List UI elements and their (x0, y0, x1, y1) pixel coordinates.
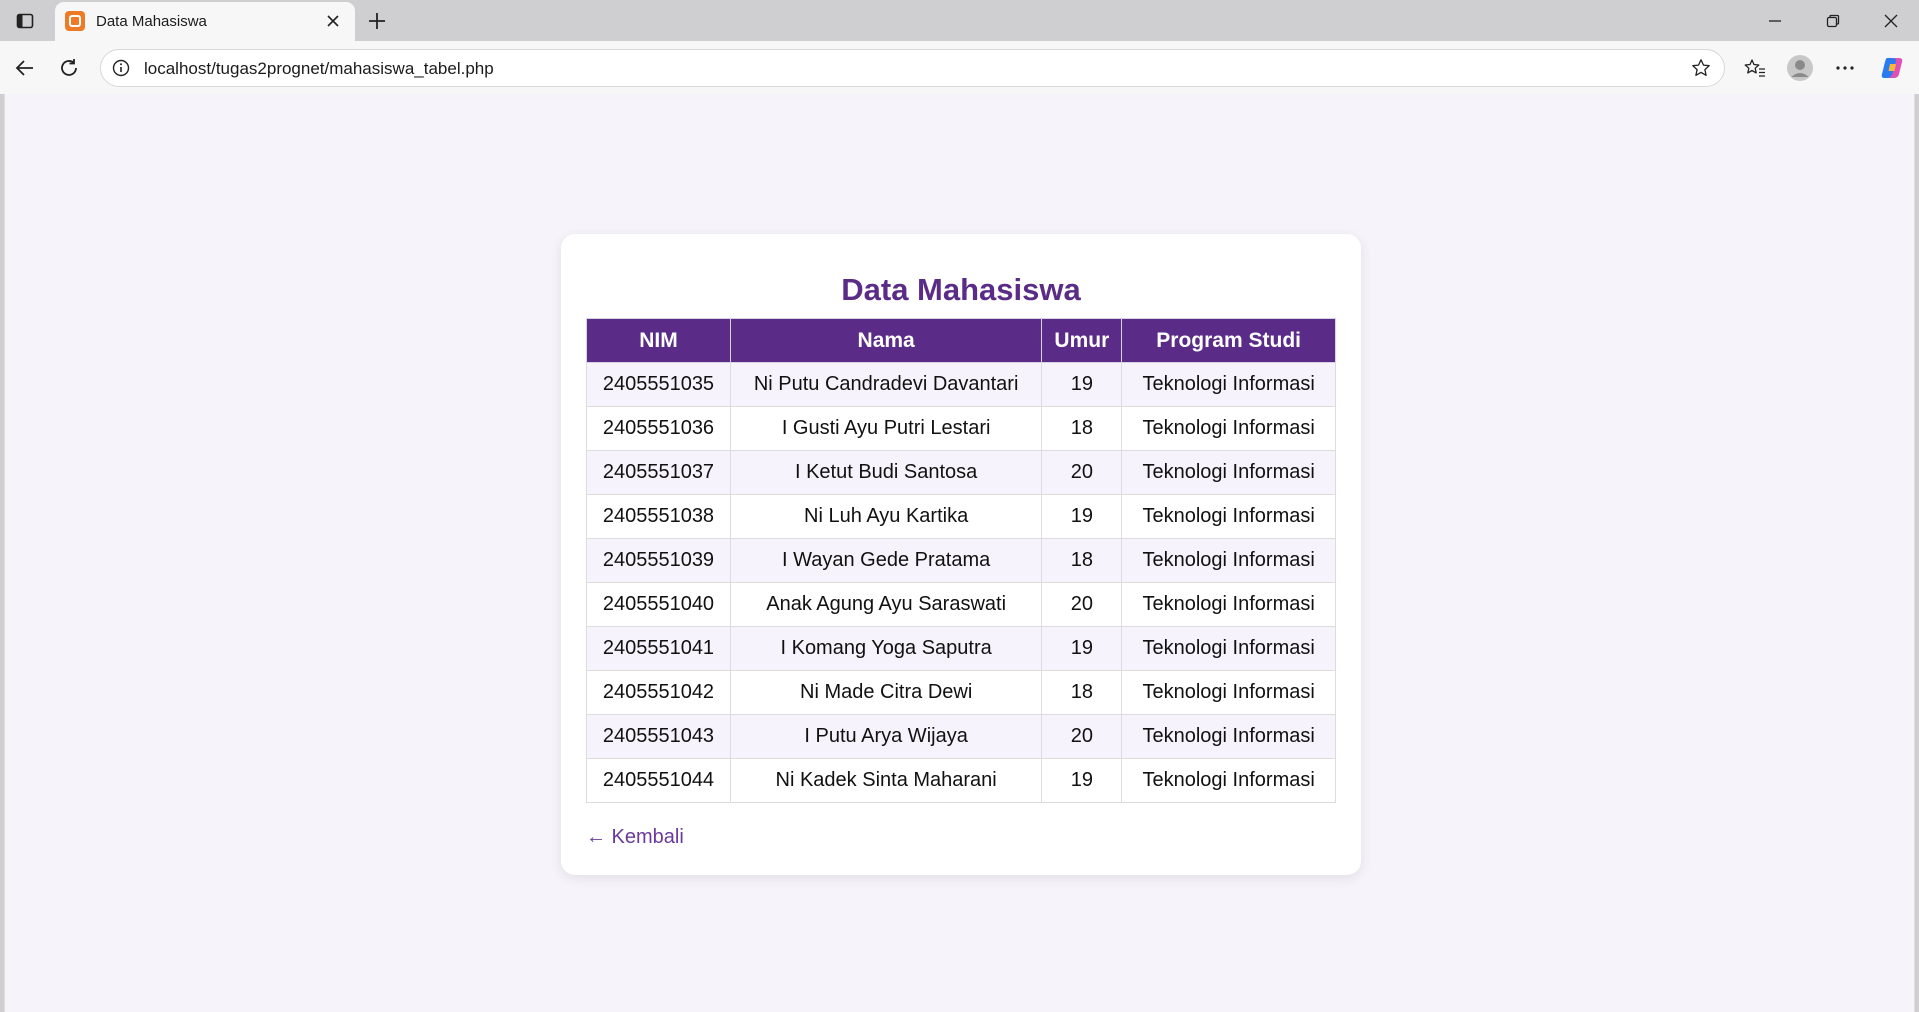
cell-program-studi: Teknologi Informasi (1121, 758, 1336, 803)
tab-actions-button[interactable] (10, 7, 40, 35)
close-icon (327, 15, 339, 27)
table-row: 2405551038 Ni Luh Ayu Kartika 19 Teknolo… (586, 494, 1336, 539)
cell-umur: 19 (1041, 362, 1123, 407)
cell-nim: 2405551037 (586, 450, 731, 495)
table-row: 2405551039 I Wayan Gede Pratama 18 Tekno… (586, 538, 1336, 583)
table-row: 2405551044 Ni Kadek Sinta Maharani 19 Te… (586, 758, 1336, 803)
plus-icon (369, 13, 385, 29)
cell-umur: 18 (1041, 670, 1123, 715)
cell-nim: 2405551035 (586, 362, 731, 407)
cell-nama: Ni Luh Ayu Kartika (729, 494, 1043, 539)
cell-program-studi: Teknologi Informasi (1121, 670, 1336, 715)
copilot-icon (1881, 58, 1903, 78)
cell-umur: 19 (1041, 494, 1123, 539)
profile-button[interactable] (1783, 51, 1817, 85)
xampp-favicon-icon (65, 11, 85, 31)
cell-nama: I Ketut Budi Santosa (729, 450, 1043, 495)
cell-nama: Ni Made Citra Dewi (729, 670, 1043, 715)
page-title: Data Mahasiswa (841, 272, 1081, 307)
table-row: 2405551042 Ni Made Citra Dewi 18 Teknolo… (586, 670, 1336, 715)
table-row: 2405551043 I Putu Arya Wijaya 20 Teknolo… (586, 714, 1336, 759)
minimize-icon (1769, 20, 1781, 22)
address-url: localhost/tugas2prognet/mahasiswa_tabel.… (144, 59, 494, 78)
more-menu-button[interactable] (1828, 51, 1862, 85)
browser-toolbar: localhost/tugas2prognet/mahasiswa_tabel.… (0, 41, 1919, 94)
header-program-studi: Program Studi (1121, 318, 1336, 363)
more-dots-icon (1836, 66, 1854, 70)
cell-nama: I Putu Arya Wijaya (729, 714, 1043, 759)
minimize-button[interactable] (1752, 4, 1798, 38)
refresh-icon (61, 59, 77, 76)
cell-umur: 20 (1041, 714, 1123, 759)
tab-close-button[interactable] (323, 11, 343, 31)
table-row: 2405551036 I Gusti Ayu Putri Lestari 18 … (586, 406, 1336, 451)
cell-nama: Ni Putu Candradevi Davantari (729, 362, 1043, 407)
cell-umur: 18 (1041, 538, 1123, 583)
address-bar[interactable]: localhost/tugas2prognet/mahasiswa_tabel.… (100, 49, 1725, 87)
student-table: NIM Nama Umur Program Studi 2405551035 N… (586, 318, 1336, 803)
cell-umur: 20 (1041, 582, 1123, 627)
browser-tab[interactable]: Data Mahasiswa (55, 2, 355, 41)
cell-nama: I Komang Yoga Saputra (729, 626, 1043, 671)
arrow-left-icon (15, 60, 33, 76)
cell-nim: 2405551041 (586, 626, 731, 671)
favorites-icon (1744, 59, 1765, 77)
cell-nama: I Gusti Ayu Putri Lestari (729, 406, 1043, 451)
cell-program-studi: Teknologi Informasi (1121, 714, 1336, 759)
table-row: 2405551041 I Komang Yoga Saputra 19 Tekn… (586, 626, 1336, 671)
table-row: 2405551037 I Ketut Budi Santosa 20 Tekno… (586, 450, 1336, 495)
table-row: 2405551040 Anak Agung Ayu Saraswati 20 T… (586, 582, 1336, 627)
cell-nim: 2405551036 (586, 406, 731, 451)
cell-program-studi: Teknologi Informasi (1121, 494, 1336, 539)
table-header-row: NIM Nama Umur Program Studi (586, 318, 1336, 363)
close-window-button[interactable] (1868, 4, 1914, 38)
new-tab-button[interactable] (362, 7, 392, 35)
cell-nim: 2405551043 (586, 714, 731, 759)
cell-umur: 19 (1041, 626, 1123, 671)
header-nama: Nama (729, 318, 1043, 363)
cell-program-studi: Teknologi Informasi (1121, 582, 1336, 627)
back-button[interactable] (8, 51, 42, 85)
cell-program-studi: Teknologi Informasi (1121, 362, 1336, 407)
cell-nama: I Wayan Gede Pratama (729, 538, 1043, 583)
cell-program-studi: Teknologi Informasi (1121, 406, 1336, 451)
restore-icon (1826, 14, 1840, 28)
header-nim: NIM (586, 318, 731, 363)
avatar-icon (1787, 55, 1813, 81)
refresh-button[interactable] (52, 51, 86, 85)
tab-strip: Data Mahasiswa (0, 0, 1919, 41)
tab-actions-icon (16, 13, 34, 29)
header-umur: Umur (1041, 318, 1123, 363)
copilot-button[interactable] (1875, 51, 1909, 85)
page-viewport: Data Mahasiswa NIM Nama Umur Program Stu… (4, 94, 1915, 1012)
cell-nama: Ni Kadek Sinta Maharani (729, 758, 1043, 803)
favorites-button[interactable] (1738, 51, 1772, 85)
table-row: 2405551035 Ni Putu Candradevi Davantari … (586, 362, 1336, 407)
cell-nim: 2405551044 (586, 758, 731, 803)
content-card: Data Mahasiswa NIM Nama Umur Program Stu… (561, 234, 1361, 875)
back-link[interactable]: ← Kembali (586, 826, 684, 849)
cell-nim: 2405551038 (586, 494, 731, 539)
cell-program-studi: Teknologi Informasi (1121, 626, 1336, 671)
restore-button[interactable] (1810, 4, 1856, 38)
cell-umur: 20 (1041, 450, 1123, 495)
cell-nim: 2405551039 (586, 538, 731, 583)
cell-nama: Anak Agung Ayu Saraswati (729, 582, 1043, 627)
favorite-star-icon[interactable] (1690, 57, 1712, 79)
cell-nim: 2405551042 (586, 670, 731, 715)
cell-umur: 19 (1041, 758, 1123, 803)
cell-program-studi: Teknologi Informasi (1121, 450, 1336, 495)
cell-program-studi: Teknologi Informasi (1121, 538, 1336, 583)
close-window-icon (1884, 14, 1898, 28)
site-info-icon[interactable] (111, 58, 131, 78)
tab-title: Data Mahasiswa (96, 13, 207, 30)
cell-nim: 2405551040 (586, 582, 731, 627)
cell-umur: 18 (1041, 406, 1123, 451)
